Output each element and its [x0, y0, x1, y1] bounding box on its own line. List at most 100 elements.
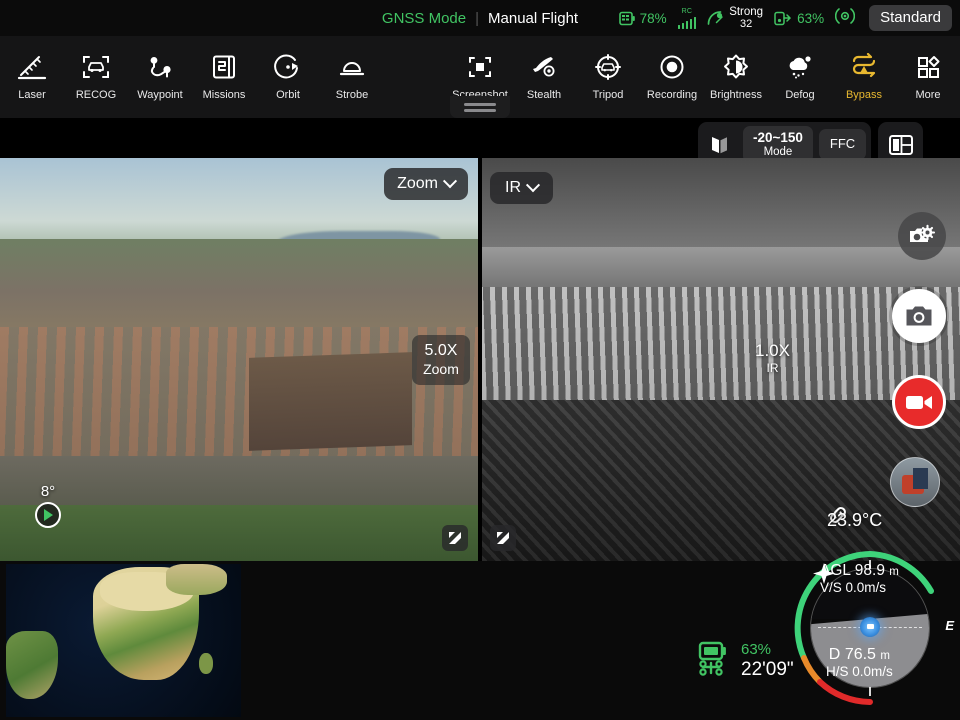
- toolbar-drag-handle[interactable]: [450, 96, 510, 118]
- ir-source-label: IR: [505, 179, 521, 197]
- toolbar-left-group: Laser RECOG: [0, 36, 384, 118]
- gnss-strength-group: Strong 32: [729, 6, 763, 31]
- toolbar-label-laser: Laser: [18, 89, 46, 101]
- video-feeds-container: Zoom 5.0X Zoom 8°: [0, 158, 960, 561]
- chevron-down-icon: [443, 174, 457, 188]
- hs-label: H/S: [826, 664, 849, 679]
- toolbar-item-tripod[interactable]: Tripod: [576, 42, 640, 112]
- heading-east-marker: E: [945, 618, 954, 633]
- toolbar-label-waypoint: Waypoint: [137, 89, 182, 101]
- toolbar-item-brightness[interactable]: Brightness: [704, 42, 768, 112]
- bypass-arrow-icon: [848, 50, 880, 84]
- camera-settings-button[interactable]: [898, 212, 946, 260]
- toolbar-item-orbit[interactable]: Orbit: [256, 42, 320, 112]
- status-separator: |: [475, 10, 479, 27]
- agl-altitude-readout: AGL 98.9 m V/S 0.0m/s: [820, 562, 899, 595]
- strobe-light-icon: [337, 50, 367, 84]
- agl-unit: m: [889, 566, 899, 578]
- distance-line: D 76.5 m: [826, 646, 893, 664]
- palette-icon: [708, 134, 732, 156]
- rc-signal-indicator[interactable]: RC: [678, 8, 697, 29]
- toolbar-label-bypass: Bypass: [846, 89, 882, 101]
- rgb-zoom-sublabel: Zoom: [416, 361, 466, 379]
- compass-attitude-widget[interactable]: AGL 98.9 m V/S 0.0m/s D 76.5 m H/S 0.0m/…: [790, 548, 950, 708]
- camera-settings-icon: [908, 223, 936, 249]
- more-grid-icon: [913, 50, 943, 84]
- battery-flight-time-icon: [697, 641, 733, 681]
- toolbar-label-orbit: Orbit: [276, 89, 300, 101]
- rgb-zoom-level-readout: 5.0X Zoom: [412, 335, 470, 385]
- toolbar-item-defog[interactable]: Defog: [768, 42, 832, 112]
- rgb-zoom-value: 5.0X: [416, 341, 466, 361]
- gimbal-status-indicator[interactable]: [835, 6, 855, 31]
- toolbar-item-stealth[interactable]: Stealth: [512, 42, 576, 112]
- rc-signal-label: RC: [682, 8, 693, 15]
- gimbal-pitch-readout: 8°: [41, 483, 55, 500]
- gnss-signal-indicator[interactable]: Strong 32: [707, 6, 763, 31]
- battery-percent-value: 63%: [741, 641, 794, 659]
- rgb-camera-feed[interactable]: Zoom 5.0X Zoom 8°: [0, 158, 478, 561]
- hs-value: 0.0m/s: [852, 664, 893, 679]
- media-thumbnail-button[interactable]: [890, 457, 940, 507]
- remote-drone-icon: [774, 11, 793, 26]
- toolbar-item-waypoint[interactable]: Waypoint: [128, 42, 192, 112]
- stealth-drone-icon: [529, 50, 559, 84]
- recording-dot-icon: [657, 50, 687, 84]
- toolbar-item-missions[interactable]: Missions: [192, 42, 256, 112]
- agl-label: AGL: [820, 562, 850, 579]
- toolbar-label-missions: Missions: [203, 89, 246, 101]
- map-europe: [166, 564, 227, 595]
- ir-zoom-value: 1.0X: [755, 341, 790, 361]
- ir-temperature-readout: 23.9°C: [827, 510, 882, 531]
- drone-position-marker: [860, 617, 880, 637]
- gimbal-pitch-indicator[interactable]: 8°: [28, 483, 68, 533]
- status-bar: GNSS Mode | Manual Flight 78% RC: [0, 0, 960, 36]
- toolbar-right-group: Screenshot Stealth: [448, 36, 960, 118]
- status-indicators: 78% RC Strong 32: [619, 0, 952, 36]
- ir-palette-button[interactable]: [703, 128, 737, 162]
- toolbar-label-tripod: Tripod: [593, 89, 624, 101]
- aircraft-battery-indicator[interactable]: 78%: [619, 11, 667, 26]
- ir-source-dropdown-button[interactable]: IR: [490, 172, 553, 204]
- toolbar-item-laser[interactable]: Laser: [0, 42, 64, 112]
- rc-battery-indicator[interactable]: 63%: [774, 11, 824, 26]
- zoom-dropdown-button[interactable]: Zoom: [384, 168, 468, 200]
- toolbar-item-more[interactable]: More: [896, 42, 960, 112]
- capture-photo-button[interactable]: [892, 289, 946, 343]
- world-map-thumbnail[interactable]: [6, 564, 241, 717]
- rgb-swap-view-button[interactable]: [442, 525, 468, 551]
- distance-unit: m: [880, 650, 890, 662]
- quality-mode-button[interactable]: Standard: [869, 5, 952, 31]
- rc-signal-bars-icon: [678, 16, 697, 29]
- rc-battery-value: 63%: [797, 11, 824, 26]
- toolbar-label-strobe: Strobe: [336, 89, 368, 101]
- gnss-strength-label: Strong: [729, 6, 763, 19]
- flight-time-value: 22'09": [741, 659, 794, 681]
- chevron-down-icon: [526, 178, 540, 192]
- toolbar-item-strobe[interactable]: Strobe: [320, 42, 384, 112]
- split-view-icon: [888, 133, 914, 157]
- map-madagascar: [199, 653, 213, 674]
- distance-value: 76.5: [845, 646, 876, 663]
- ir-mode-label: Mode: [764, 146, 793, 159]
- laser-ruler-icon: [17, 50, 47, 84]
- ir-camera-feed[interactable]: IR 1.0X IR 23.9°C: [482, 158, 960, 561]
- toolbar-item-recording[interactable]: Recording: [640, 42, 704, 112]
- swap-view-icon: [495, 530, 511, 546]
- vs-value: 0.0m/s: [846, 580, 887, 595]
- distance-readout: D 76.5 m H/S 0.0m/s: [826, 646, 893, 679]
- ir-swap-view-button[interactable]: [490, 525, 516, 551]
- missions-document-icon: [209, 50, 239, 84]
- toolbar-label-more: More: [915, 89, 940, 101]
- record-video-button[interactable]: [892, 375, 946, 429]
- ir-forest-region: [482, 400, 960, 561]
- rgb-vegetation-region: [0, 505, 478, 561]
- toolbar-item-recog[interactable]: RECOG: [64, 42, 128, 112]
- ir-ffc-button[interactable]: FFC: [819, 129, 866, 160]
- toolbar-item-bypass[interactable]: Bypass: [832, 42, 896, 112]
- zoom-dropdown-label: Zoom: [397, 175, 438, 193]
- waypoint-route-icon: [145, 50, 175, 84]
- thumbnail-cab: [913, 468, 928, 490]
- gnss-mode-label: GNSS Mode: [382, 10, 466, 27]
- toolbar-label-brightness: Brightness: [710, 89, 762, 101]
